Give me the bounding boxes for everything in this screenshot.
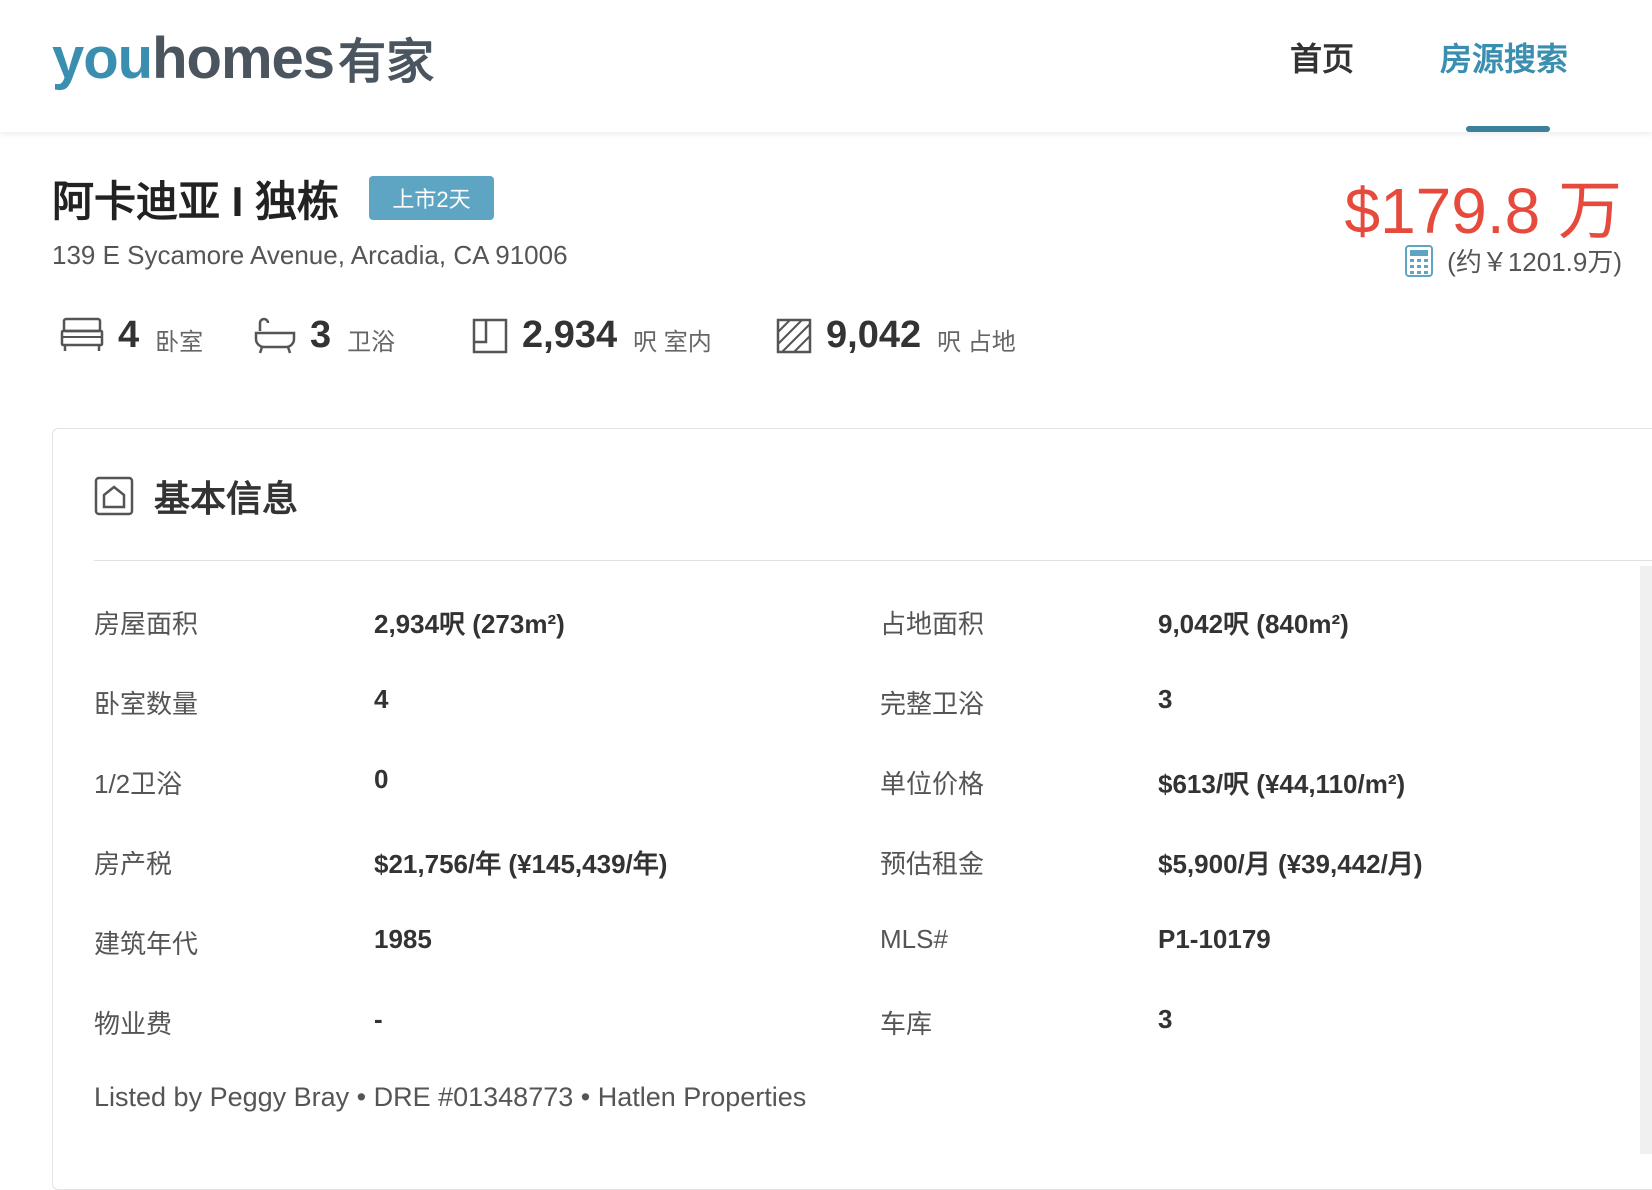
info-label: 房屋面积 <box>94 609 199 639</box>
info-label: 完整卫浴 <box>880 689 985 719</box>
info-value: 9,042呎 (840m²) <box>1158 609 1349 639</box>
info-label: 卧室数量 <box>94 689 199 719</box>
stat-lot-area: 9,042 呎 占地 <box>776 314 1016 357</box>
basic-info-header: 基本信息 <box>94 470 298 522</box>
site-header: you homes 有家 首页 房源搜索 <box>0 0 1652 132</box>
info-value: P1-10179 <box>1158 924 1271 954</box>
site-logo[interactable]: you homes 有家 <box>52 22 434 92</box>
info-label: 物业费 <box>94 1009 173 1039</box>
info-value: $21,756/年 (¥145,439/年) <box>374 849 668 879</box>
lot-area-value: 9,042 <box>826 314 922 356</box>
info-value: $5,900/月 (¥39,442/月) <box>1158 849 1423 879</box>
info-label: 单位价格 <box>880 769 985 799</box>
price-cny: (约￥1201.9万) <box>1447 247 1622 277</box>
listing-title: 阿卡迪亚 I 独栋 <box>52 178 340 225</box>
stat-bedrooms: 4 卧室 <box>60 314 203 357</box>
info-label: 车库 <box>880 1009 933 1039</box>
nav-home[interactable]: 首页 <box>1290 34 1354 80</box>
info-label: MLS# <box>880 924 948 954</box>
lot-area-unit: 呎 占地 <box>937 329 1016 356</box>
info-value: 2,934呎 (273m²) <box>374 609 565 639</box>
listed-by: Listed by Peggy Bray • DRE #01348773 • H… <box>94 1082 807 1112</box>
scrollbar-track[interactable] <box>1640 566 1652 1154</box>
bedrooms-unit: 卧室 <box>155 329 204 356</box>
info-label: 建筑年代 <box>94 929 199 959</box>
info-label: 房产税 <box>94 849 173 879</box>
info-value: 3 <box>1158 684 1173 714</box>
basic-info-card <box>52 428 1652 1190</box>
interior-area-value: 2,934 <box>522 314 618 356</box>
logo-homes: homes <box>152 26 335 91</box>
info-value: $613/呎 (¥44,110/m²) <box>1158 769 1406 799</box>
days-on-market-badge: 上市2天 <box>369 176 494 220</box>
bed-icon <box>60 317 104 351</box>
bedrooms-count: 4 <box>118 314 140 356</box>
logo-cn: 有家 <box>338 36 435 89</box>
listing-address: 139 E Sycamore Avenue, Arcadia, CA 91006 <box>52 240 568 270</box>
house-icon <box>94 476 134 516</box>
info-value: 1985 <box>374 924 432 954</box>
basic-info-title: 基本信息 <box>154 478 299 519</box>
bathtub-icon <box>254 317 296 353</box>
nav-active-indicator <box>1466 126 1550 132</box>
nav-property-search[interactable]: 房源搜索 <box>1440 34 1568 80</box>
bathrooms-unit: 卫浴 <box>347 329 396 356</box>
stat-bathrooms: 3 卫浴 <box>254 314 395 357</box>
bathrooms-count: 3 <box>310 314 332 356</box>
info-label: 1/2卫浴 <box>94 769 183 799</box>
floor-plan-icon <box>472 318 508 353</box>
divider <box>94 560 1652 561</box>
price-cny-row: (约￥1201.9万) <box>1405 242 1622 279</box>
info-label: 预估租金 <box>880 849 985 879</box>
info-value: 4 <box>374 684 389 714</box>
info-value: - <box>374 1004 383 1034</box>
lot-area-icon <box>776 318 812 353</box>
stat-interior-area: 2,934 呎 室内 <box>472 314 712 357</box>
interior-area-unit: 呎 室内 <box>633 329 712 356</box>
logo-you: you <box>52 26 153 91</box>
info-value: 3 <box>1158 1004 1173 1034</box>
info-value: 0 <box>374 764 389 794</box>
info-label: 占地面积 <box>880 609 985 639</box>
listing-price: $179.8 万 <box>1344 175 1622 247</box>
calculator-icon[interactable] <box>1405 244 1434 277</box>
